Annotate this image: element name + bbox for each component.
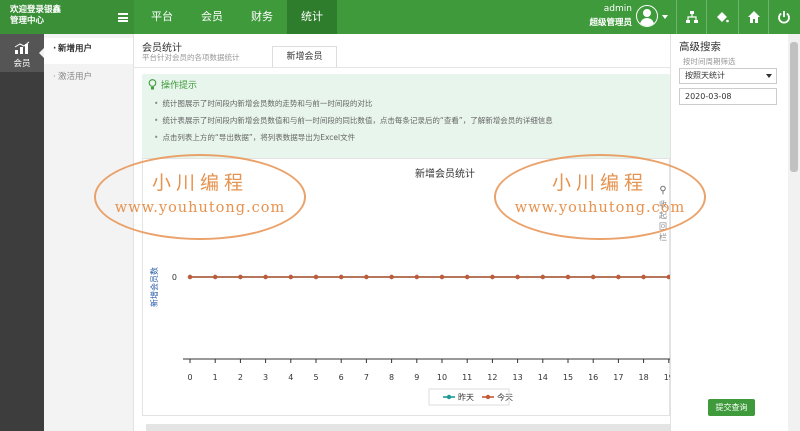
x-tick-label: 15 bbox=[563, 373, 573, 382]
x-tick-label: 7 bbox=[364, 373, 369, 382]
x-tick-label: 10 bbox=[437, 373, 447, 382]
data-point bbox=[263, 274, 268, 280]
search-title: 高级搜索 bbox=[679, 41, 721, 53]
x-tick-label: 8 bbox=[389, 373, 394, 382]
nav-statistics[interactable]: 统计 bbox=[287, 0, 337, 34]
nav-finance[interactable]: 财务 bbox=[237, 0, 287, 34]
user-role: 超级管理员 bbox=[589, 18, 632, 28]
brand-title: 欢迎登录银鑫 bbox=[10, 5, 62, 15]
chart-title: 新增会员统计 bbox=[415, 167, 475, 180]
submenu-item-new-users[interactable]: 新增用户 bbox=[44, 38, 133, 64]
x-tick-label: 11 bbox=[462, 373, 472, 382]
x-tick-label: 14 bbox=[538, 373, 548, 382]
sitemap-icon[interactable] bbox=[676, 0, 706, 34]
chevron-down-icon[interactable] bbox=[662, 15, 668, 19]
x-tick-label: 1 bbox=[213, 373, 218, 382]
data-point bbox=[238, 274, 243, 280]
tips-heading-text: 操作提示 bbox=[161, 81, 198, 91]
watermark-url: www.youhutong.com bbox=[514, 200, 686, 216]
data-point bbox=[339, 274, 344, 280]
nav-platform[interactable]: 平台 bbox=[137, 0, 187, 34]
watermark-text: 小川编程 bbox=[151, 172, 248, 194]
x-tick-label: 6 bbox=[339, 373, 344, 382]
watermark-url: www.youhutong.com bbox=[114, 200, 286, 216]
x-tick-label: 4 bbox=[288, 373, 293, 382]
date-input[interactable]: 2020-03-08 bbox=[679, 88, 777, 105]
nav-members[interactable]: 会员 bbox=[187, 0, 237, 34]
tip-item: 点击列表上方的“导出数据”，将列表数据导出为Excel文件 bbox=[154, 132, 355, 143]
paint-bucket-icon[interactable] bbox=[706, 0, 736, 34]
data-point bbox=[540, 274, 545, 280]
data-point bbox=[364, 274, 369, 280]
legend-marker bbox=[446, 394, 452, 400]
data-point bbox=[565, 274, 571, 280]
legend-marker bbox=[485, 394, 491, 400]
advanced-search-panel: 高级搜索 按时间周期筛选 按照天统计 2020-03-08 提交查询 bbox=[670, 34, 788, 431]
sidebar-item-members[interactable]: 会员 bbox=[0, 34, 44, 72]
brand: 欢迎登录银鑫 管理中心 bbox=[0, 0, 134, 34]
submenu: 新增用户 激活用户 bbox=[44, 34, 134, 431]
user-menu[interactable]: admin 超级管理员 bbox=[580, 4, 676, 30]
data-point bbox=[389, 274, 394, 280]
data-point bbox=[591, 274, 596, 280]
brand-subtitle: 管理中心 bbox=[10, 16, 45, 26]
submit-query-button[interactable]: 提交查询 bbox=[708, 399, 755, 416]
tab-divider bbox=[134, 67, 670, 68]
x-tick-label: 0 bbox=[187, 373, 192, 382]
vertical-scrollbar[interactable] bbox=[788, 34, 800, 431]
bar-chart-icon bbox=[14, 41, 30, 54]
tip-item: 统计表展示了时间段内新增会员数值和与前一时间段的同比数值，点击每条记录后的“查看… bbox=[154, 115, 552, 126]
data-point bbox=[616, 274, 621, 280]
period-label: 按时间周期筛选 bbox=[683, 57, 736, 66]
watermark-text: 小川编程 bbox=[551, 172, 648, 194]
toolbox-label-char: 栏 bbox=[659, 232, 667, 242]
scrollbar-thumb[interactable] bbox=[790, 42, 798, 172]
data-point bbox=[414, 274, 419, 280]
data-point bbox=[313, 274, 319, 280]
horizontal-scrollbar[interactable] bbox=[146, 424, 674, 431]
x-tick-label: 18 bbox=[639, 373, 649, 382]
avatar-icon[interactable] bbox=[636, 5, 658, 27]
x-tick-label: 13 bbox=[513, 373, 523, 382]
watermark: 小川编程 www.youhutong.com bbox=[94, 154, 306, 240]
period-value: 按照天统计 bbox=[685, 71, 725, 80]
top-nav: 平台 会员 财务 统计 bbox=[137, 0, 337, 34]
x-tick-label: 17 bbox=[613, 373, 623, 382]
x-tick-label: 12 bbox=[487, 373, 497, 382]
lightbulb-icon bbox=[148, 79, 157, 90]
power-icon[interactable] bbox=[768, 0, 798, 34]
submenu-item-active-users[interactable]: 激活用户 bbox=[44, 66, 133, 92]
tips-heading: 操作提示 bbox=[148, 78, 197, 91]
data-point bbox=[515, 274, 520, 280]
period-select[interactable]: 按照天统计 bbox=[679, 68, 777, 84]
page-subtitle: 平台针对会员的各项数据统计 bbox=[142, 53, 240, 62]
data-point bbox=[439, 274, 445, 280]
sidebar-item-label: 会员 bbox=[13, 59, 31, 69]
x-tick-label: 3 bbox=[263, 373, 268, 382]
data-point bbox=[187, 274, 193, 280]
home-icon[interactable] bbox=[738, 0, 768, 34]
data-point bbox=[213, 274, 218, 280]
data-point bbox=[641, 274, 646, 280]
tab-new-members[interactable]: 新增会员 bbox=[272, 46, 337, 68]
y-tick-label: 0 bbox=[172, 273, 177, 282]
legend-label: 今天 bbox=[497, 392, 513, 402]
x-tick-label: 2 bbox=[238, 373, 243, 382]
tip-item: 统计图展示了时间段内新增会员数的走势和与前一时间段的对比 bbox=[154, 98, 372, 109]
data-point bbox=[490, 274, 495, 280]
data-point bbox=[288, 274, 293, 280]
top-bar: 欢迎登录银鑫 管理中心 平台 会员 财务 统计 admin 超级管理员 bbox=[0, 0, 800, 34]
y-axis-label: 新增会员数 bbox=[149, 267, 159, 307]
left-sidebar: 会员 bbox=[0, 34, 44, 431]
x-tick-label: 9 bbox=[414, 373, 419, 382]
x-tick-label: 16 bbox=[588, 373, 598, 382]
data-point bbox=[465, 274, 470, 280]
chevron-down-icon bbox=[766, 74, 772, 78]
x-tick-label: 5 bbox=[313, 373, 318, 382]
watermark: 小川编程 www.youhutong.com bbox=[494, 154, 706, 240]
menu-toggle-icon[interactable] bbox=[118, 13, 128, 22]
legend-label: 昨天 bbox=[458, 392, 474, 402]
user-name: admin bbox=[603, 4, 632, 14]
